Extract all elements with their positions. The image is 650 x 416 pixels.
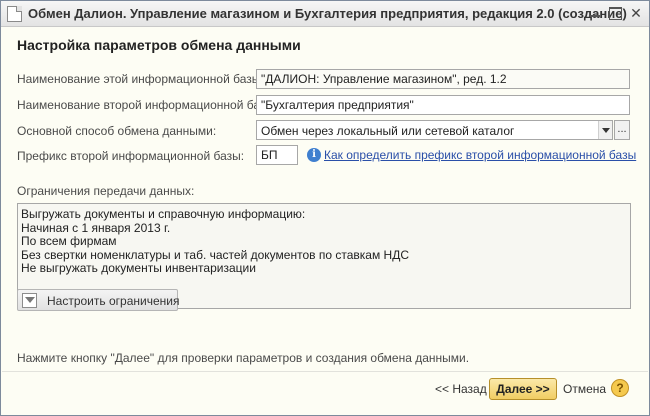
this-base-field: "ДАЛИОН: Управление магазином", ред. 1.2 xyxy=(256,69,630,89)
chevron-down-icon[interactable] xyxy=(598,121,612,139)
filter-icon xyxy=(22,293,37,308)
configure-restrictions-label: Настроить ограничения xyxy=(47,294,180,308)
exchange-method-select[interactable]: Обмен через локальный или сетевой катало… xyxy=(256,120,613,140)
page-title: Настройка параметров обмена данными xyxy=(17,37,301,53)
second-base-label: Наименование второй информационной базы: xyxy=(17,98,278,112)
next-button[interactable]: Далее >> xyxy=(489,378,557,400)
restriction-line: Начиная с 1 января 2013 г. xyxy=(21,220,171,235)
choose-method-button[interactable]: ... xyxy=(614,120,630,140)
back-button[interactable]: << Назад xyxy=(435,382,487,396)
this-base-label: Наименование этой информационной базы: xyxy=(17,72,264,86)
restriction-line: Не выгружать документы инвентаризации xyxy=(21,261,256,275)
prefix-label: Префикс второй информационной базы: xyxy=(17,149,245,163)
document-icon xyxy=(7,6,22,22)
prefix-help-link[interactable]: Как определить префикс второй информацио… xyxy=(324,148,636,162)
dialog-window: Обмен Далион. Управление магазином и Бух… xyxy=(0,0,650,416)
second-base-field[interactable]: "Бухгалтерия предприятия" xyxy=(256,95,630,115)
configure-restrictions-button[interactable]: Настроить ограничения xyxy=(17,289,180,311)
restriction-line: По всем фирмам xyxy=(21,234,117,248)
maximize-button[interactable] xyxy=(606,4,624,22)
close-button[interactable]: ✕ xyxy=(627,4,645,22)
info-icon: i xyxy=(307,148,321,162)
cancel-button[interactable]: Отмена xyxy=(563,382,606,396)
prefix-field[interactable]: БП xyxy=(256,145,298,165)
hint-text: Нажмите кнопку "Далее" для проверки пара… xyxy=(17,351,470,365)
exchange-method-value: Обмен через локальный или сетевой катало… xyxy=(261,124,515,138)
dialog-content: Настройка параметров обмена данными Наим… xyxy=(2,28,648,415)
minimize-button[interactable] xyxy=(586,4,604,22)
exchange-method-label: Основной способ обмена данными: xyxy=(17,124,217,138)
restriction-line: Выгружать документы и справочную информа… xyxy=(21,207,306,221)
restrictions-label: Ограничения передачи данных: xyxy=(17,184,195,198)
footer-divider xyxy=(2,371,648,372)
restriction-line: Без свертки номенклатуры и таб. частей д… xyxy=(21,247,409,262)
title-bar[interactable]: Обмен Далион. Управление магазином и Бух… xyxy=(1,1,649,27)
window-title: Обмен Далион. Управление магазином и Бух… xyxy=(28,6,627,21)
help-button[interactable]: ? xyxy=(611,379,629,397)
